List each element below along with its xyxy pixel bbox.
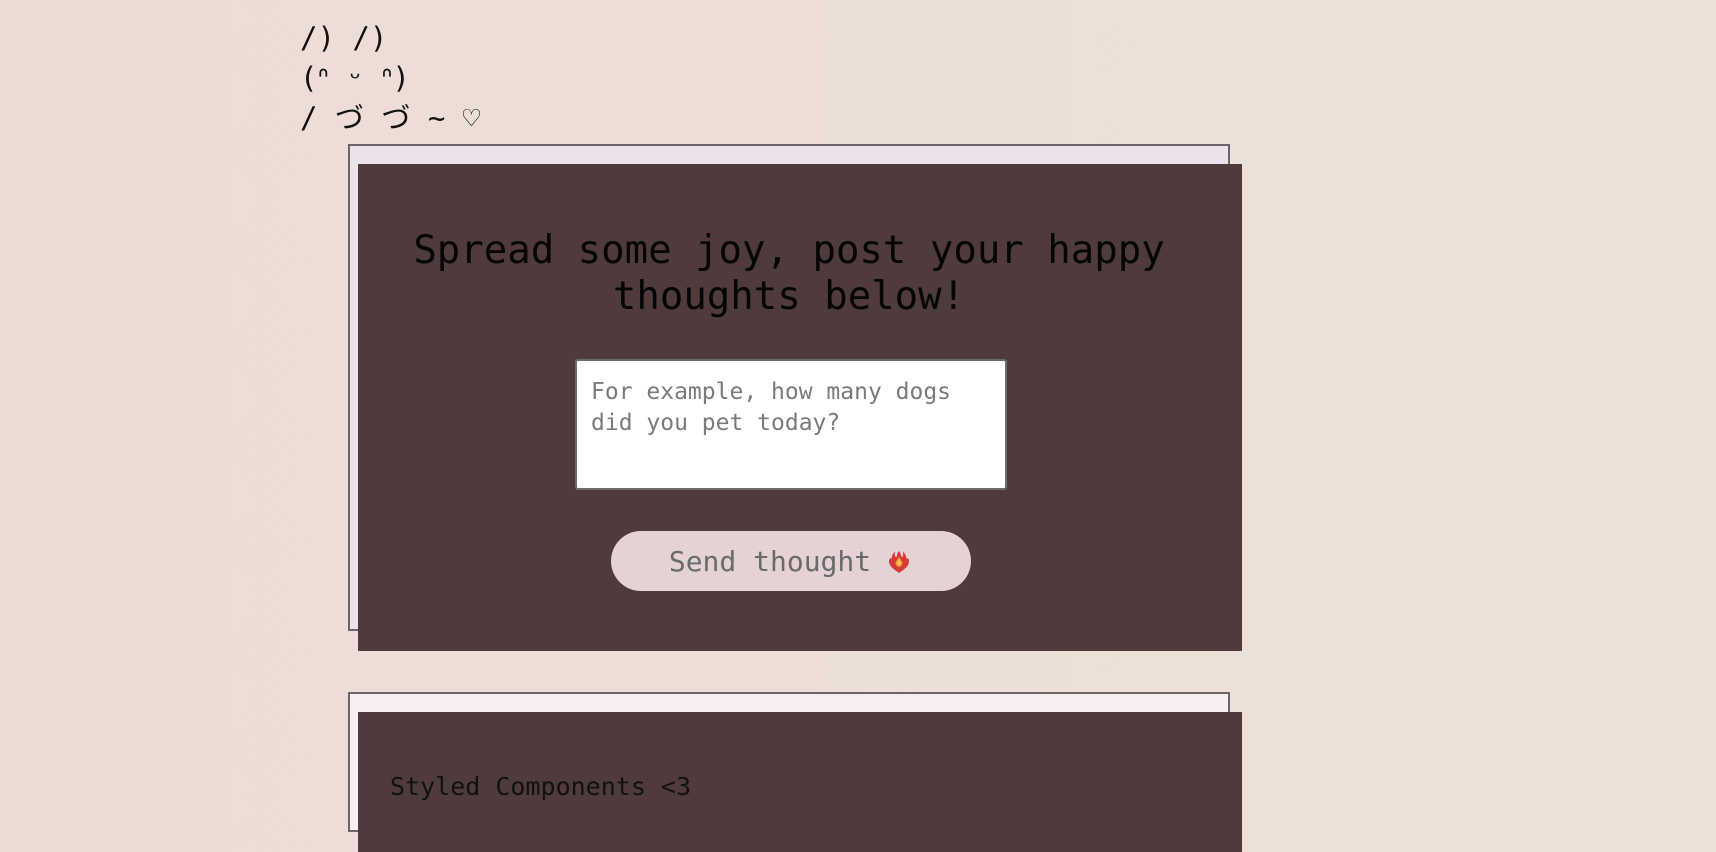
bunny-line: / づ づ ~ ♡ xyxy=(300,101,481,135)
send-button-label: Send thought xyxy=(668,544,872,578)
message-card: Styled Components <3 xyxy=(348,692,1242,852)
thought-input[interactable] xyxy=(575,359,1007,490)
bunny-line: (ᐢ ᵕ ᐢ) xyxy=(300,61,410,95)
thought-form-card: Spread some joy, post your happy thought… xyxy=(348,144,1242,651)
heart-on-fire-icon xyxy=(885,547,913,575)
send-thought-button[interactable]: Send thought xyxy=(611,531,971,591)
bunny-ascii-art: /) /) (ᐢ ᵕ ᐢ) / づ づ ~ ♡ xyxy=(300,18,480,138)
message-text: Styled Components <3 xyxy=(390,772,692,801)
form-title: Spread some joy, post your happy thought… xyxy=(413,228,1165,319)
bunny-line: /) /) xyxy=(300,21,388,55)
